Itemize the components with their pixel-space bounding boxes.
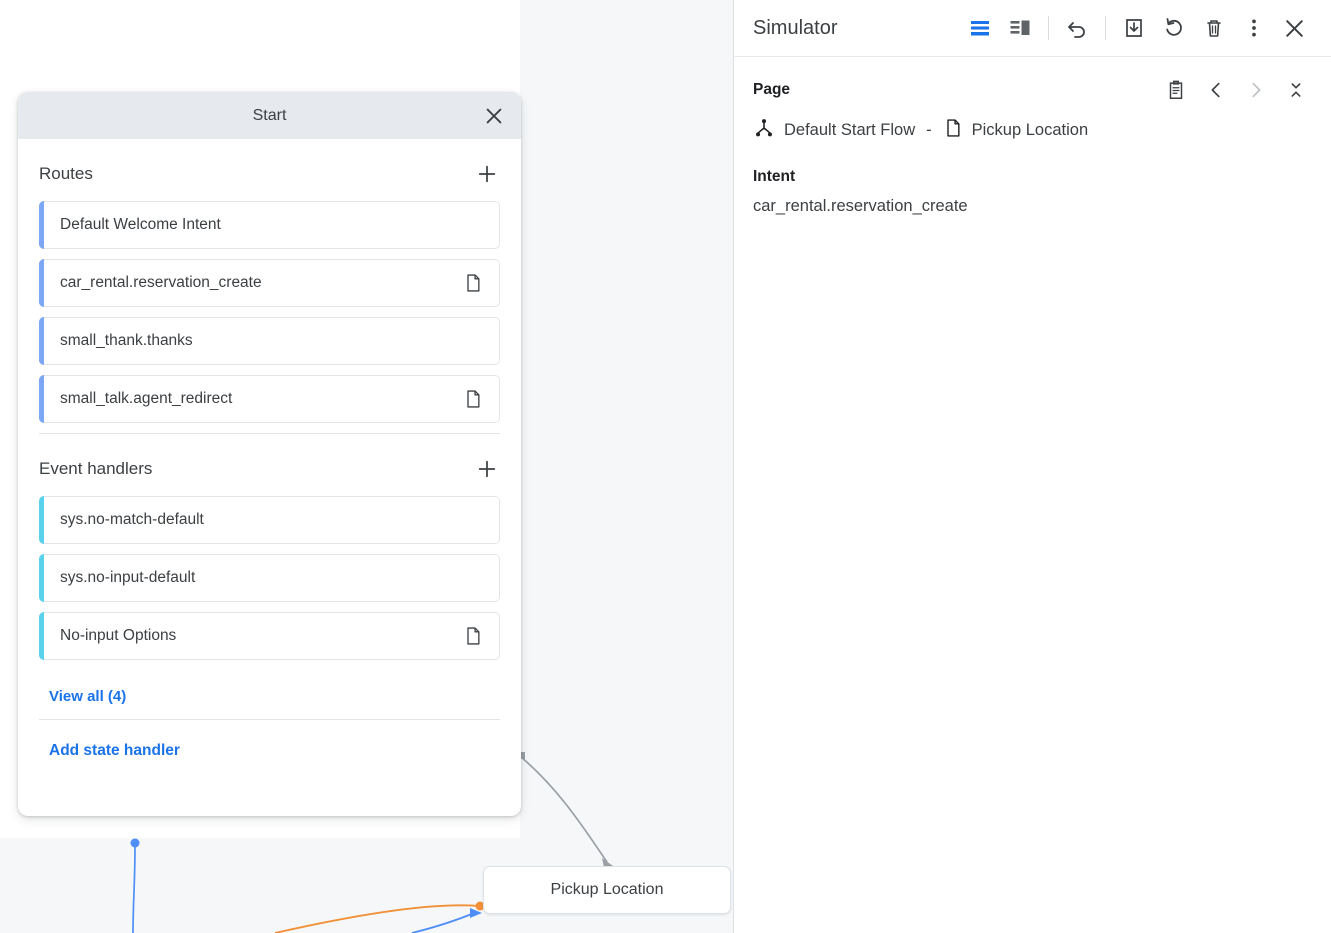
chevron-left-icon[interactable] [1201,75,1231,105]
event-handler-item[interactable]: sys.no-match-default [39,496,500,544]
route-item-label: Default Welcome Intent [60,216,483,234]
route-item-label: car_rental.reservation_create [60,274,463,292]
breadcrumb-page-name[interactable]: Pickup Location [972,121,1089,140]
page-icon [943,117,963,144]
page-header-row: Page [753,75,1311,105]
event-handlers-section-header: Event handlers [39,434,500,496]
start-panel-header: Start [18,92,521,139]
split-view-icon[interactable] [1001,9,1039,47]
close-icon[interactable] [481,103,507,129]
simulator-header: Simulator [734,0,1331,57]
restart-icon[interactable] [1155,9,1193,47]
chevron-right-icon[interactable] [1241,75,1271,105]
document-icon[interactable] [463,389,483,409]
route-item[interactable]: car_rental.reservation_create [39,259,500,307]
routes-section-header: Routes [39,139,500,201]
page-navigation [1161,75,1311,105]
intent-label: Intent [753,168,1311,186]
view-all-event-handlers-link[interactable]: View all (4) [39,670,126,711]
route-item[interactable]: small_talk.agent_redirect [39,375,500,423]
event-handler-label: sys.no-match-default [60,511,483,529]
breadcrumb: Default Start Flow - Pickup Location [753,117,1311,144]
event-handler-label: sys.no-input-default [60,569,483,587]
close-icon[interactable] [1275,9,1313,47]
flow-canvas[interactable]: Start Routes Default Welcome Intent [0,0,733,933]
start-panel-title: Start [253,107,287,125]
add-state-handler-link[interactable]: Add state handler [39,720,180,760]
simulator-title: Simulator [753,17,837,40]
page-section: Page [734,57,1331,216]
route-item[interactable]: small_thank.thanks [39,317,500,365]
document-icon[interactable] [463,626,483,646]
undo-icon[interactable] [1058,9,1096,47]
panel-bottom-spacer [39,760,500,816]
toolbar-divider [1048,16,1049,40]
breadcrumb-flow-name[interactable]: Default Start Flow [784,121,915,140]
clipboard-icon[interactable] [1161,75,1191,105]
document-icon[interactable] [463,273,483,293]
route-item-label: small_talk.agent_redirect [60,390,463,408]
add-route-button[interactable] [474,161,500,187]
more-options-icon[interactable] [1235,9,1273,47]
event-handlers-heading: Event handlers [39,459,152,479]
simulator-panel: Simulator [733,0,1331,933]
route-item-label: small_thank.thanks [60,332,483,350]
flow-icon [753,117,775,144]
breadcrumb-separator: - [926,121,932,140]
event-handler-label: No-input Options [60,627,463,645]
event-handler-item[interactable]: No-input Options [39,612,500,660]
start-node-panel[interactable]: Start Routes Default Welcome Intent [18,92,521,816]
route-item[interactable]: Default Welcome Intent [39,201,500,249]
page-label: Page [753,81,790,99]
pickup-location-node[interactable]: Pickup Location [483,866,731,914]
simulator-toolbar [961,9,1313,47]
intent-value: car_rental.reservation_create [753,197,1311,216]
event-handler-item[interactable]: sys.no-input-default [39,554,500,602]
stacked-view-icon[interactable] [961,9,999,47]
add-event-handler-button[interactable] [474,456,500,482]
collapse-icon[interactable] [1281,75,1311,105]
toolbar-divider [1105,16,1106,40]
routes-heading: Routes [39,164,93,184]
pickup-location-node-label: Pickup Location [551,881,664,899]
save-download-icon[interactable] [1115,9,1153,47]
delete-icon[interactable] [1195,9,1233,47]
